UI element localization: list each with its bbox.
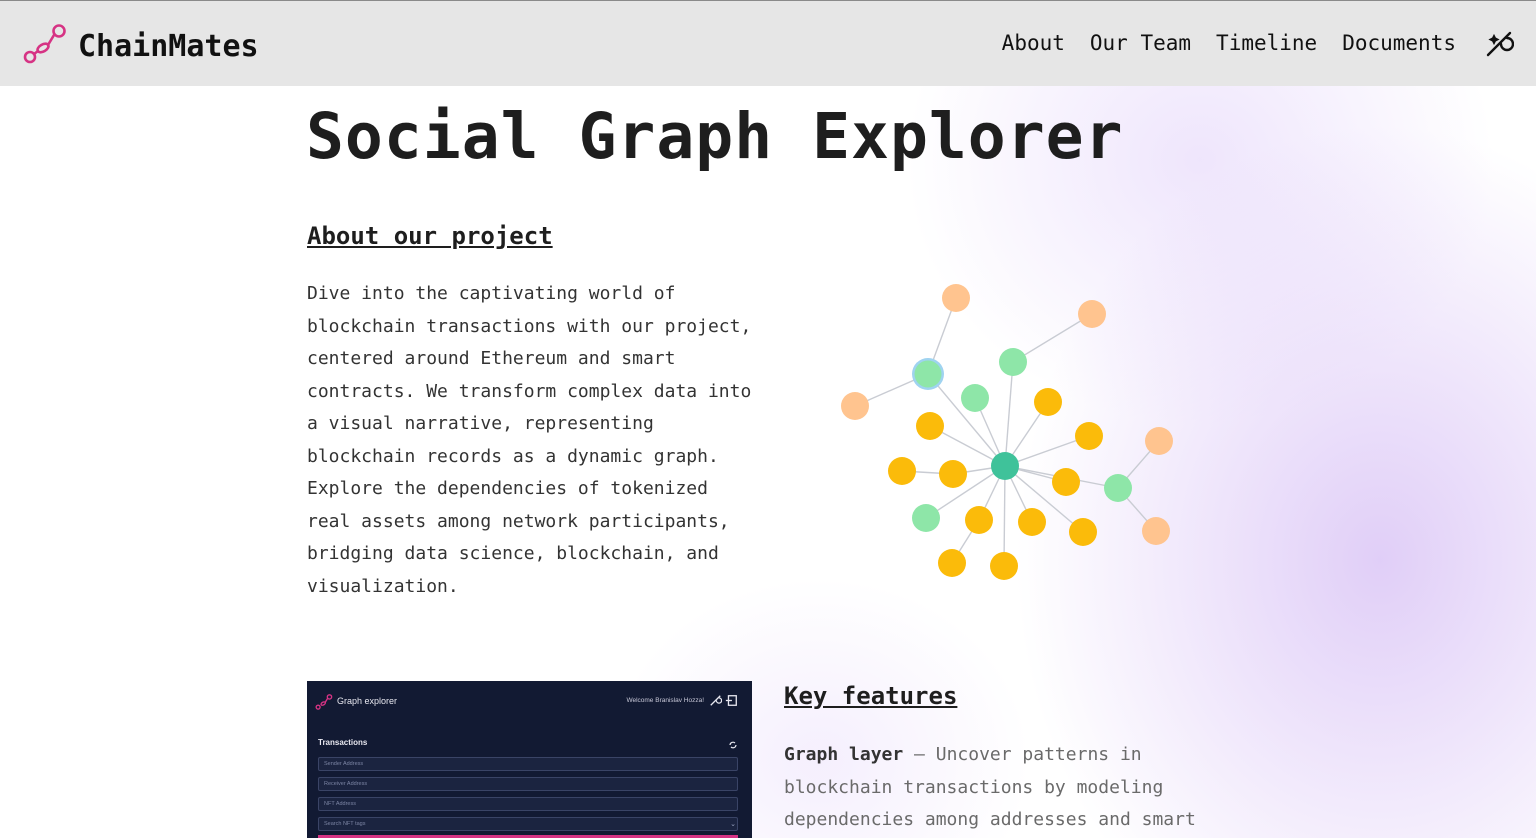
graph-node (990, 552, 1018, 580)
feature-title: Graph layer (784, 744, 904, 765)
preview-transactions-title: Transactions (318, 738, 368, 747)
graph-node (965, 506, 993, 534)
top-header: ChainMates About Our Team Timeline Docum… (0, 0, 1536, 86)
graph-node (1078, 300, 1106, 328)
preview-nft-input: NFT Address (318, 797, 738, 811)
app-preview-screenshot: Graph explorer Welcome Branislav Hozza! … (307, 681, 752, 838)
graph-node (914, 360, 942, 388)
features-paragraph: Graph layer – Uncover patterns in blockc… (784, 739, 1224, 837)
theme-toggle-icon[interactable] (1484, 29, 1515, 63)
preview-header: Graph explorer Welcome Branislav Hozza! (307, 681, 752, 721)
graph-node (939, 460, 967, 488)
graph-node (1052, 468, 1080, 496)
graph-node (841, 392, 869, 420)
brand-name: ChainMates (78, 28, 259, 64)
graph-node (999, 348, 1027, 376)
graph-node (916, 412, 944, 440)
main-nav: About Our Team Timeline Documents (977, 31, 1456, 55)
preview-chevron-down-icon: ⌄ (730, 821, 736, 828)
features-heading: Key features (784, 682, 958, 710)
graph-node (1142, 517, 1170, 545)
preview-theme-icon (709, 694, 723, 712)
preview-refresh-icon (728, 737, 738, 755)
about-heading: About our project (307, 222, 553, 250)
graph-node (888, 457, 916, 485)
graph-node-central (991, 452, 1019, 480)
preview-sender-input: Sender Address (318, 757, 738, 771)
about-paragraph: Dive into the captivating world of block… (307, 283, 752, 597)
graph-node (1069, 518, 1097, 546)
graph-node (1034, 388, 1062, 416)
nav-timeline[interactable]: Timeline (1216, 31, 1317, 55)
graph-node (912, 504, 940, 532)
graph-node (938, 549, 966, 577)
chain-logo-icon (22, 21, 68, 71)
graph-node (961, 384, 989, 412)
graph-edges (854, 297, 1160, 567)
nav-documents[interactable]: Documents (1342, 31, 1456, 55)
preview-logo-icon (315, 693, 333, 716)
graph-node (1104, 474, 1132, 502)
preview-welcome: Welcome Branislav Hozza! (626, 697, 704, 704)
nav-about[interactable]: About (1002, 31, 1065, 55)
network-graph-illustration (841, 284, 1173, 580)
graph-node (942, 284, 970, 312)
brand[interactable]: ChainMates (22, 21, 259, 71)
graph-node (1075, 422, 1103, 450)
graph-node (1145, 427, 1173, 455)
preview-receiver-input: Receiver Address (318, 777, 738, 791)
page-title: Social Graph Explorer (306, 100, 1124, 173)
graph-node (1018, 508, 1046, 536)
preview-title: Graph explorer (337, 696, 398, 706)
nav-our-team[interactable]: Our Team (1090, 31, 1191, 55)
preview-tags-select: Search NFT tags (318, 817, 738, 831)
preview-logout-icon (725, 694, 738, 712)
